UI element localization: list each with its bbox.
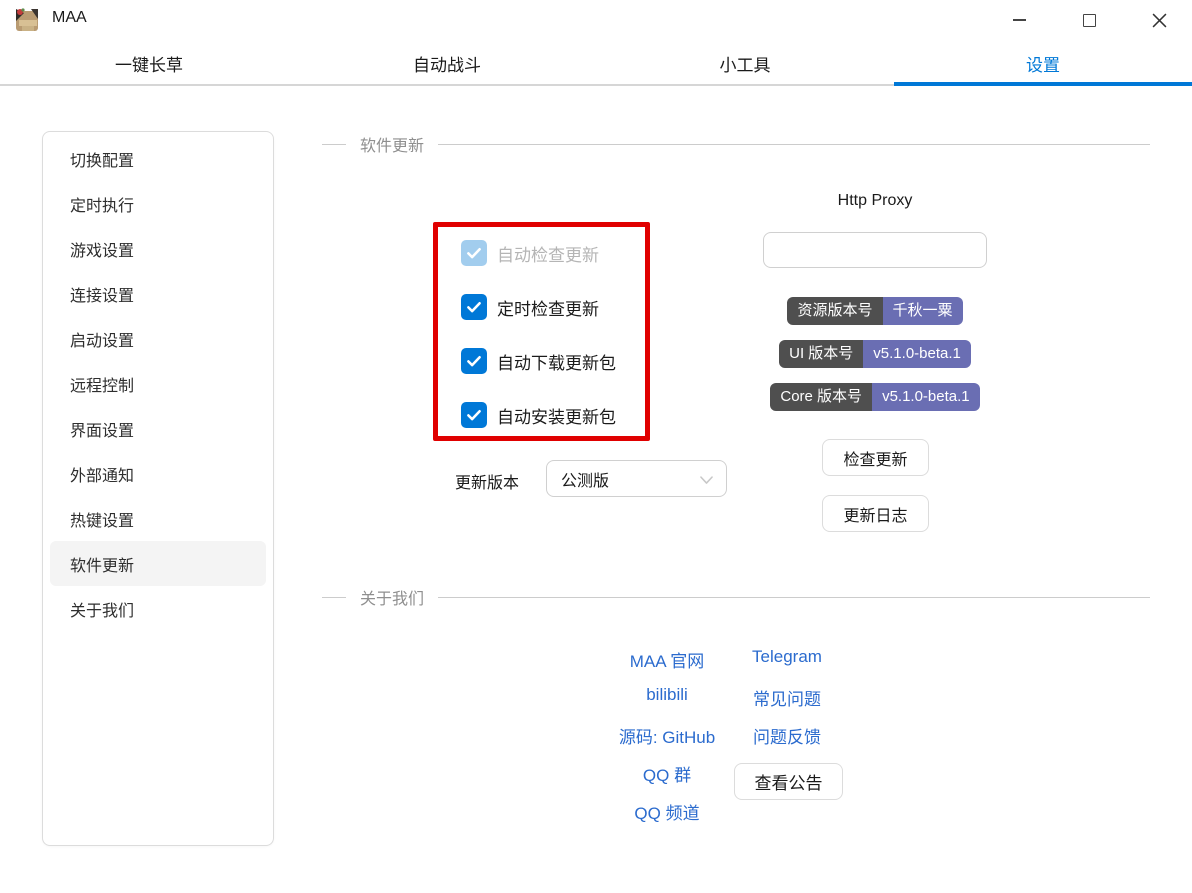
checkbox-row-4[interactable]: 自动安装更新包 xyxy=(461,402,616,428)
checkbox-label: 自动下载更新包 xyxy=(497,353,616,373)
tab-1[interactable]: 一键长草 xyxy=(0,40,298,86)
sidebar-item-1[interactable]: 切换配置 xyxy=(50,136,266,181)
section-title: 关于我们 xyxy=(360,591,425,608)
sidebar-item-label: 软件更新 xyxy=(70,557,135,575)
sidebar-item-10[interactable]: 软件更新 xyxy=(50,541,266,586)
check-update-button[interactable]: 检查更新 xyxy=(822,439,929,476)
badge-key: Core 版本号 xyxy=(770,383,873,411)
checkbox-label: 定时检查更新 xyxy=(497,299,599,319)
sidebar-item-label: 界面设置 xyxy=(70,422,135,440)
sidebar-item-label: 切换配置 xyxy=(70,152,135,170)
sidebar-item-label: 连接设置 xyxy=(70,287,135,305)
section-header-software-update: 软件更新 xyxy=(322,134,1150,155)
sidebar-item-label: 外部通知 xyxy=(70,467,135,485)
about-link-right-1[interactable]: Telegram xyxy=(752,647,822,667)
view-announcement-button[interactable]: 查看公告 xyxy=(734,763,843,800)
title-bar: MAA xyxy=(0,0,1192,40)
minimize-button[interactable] xyxy=(996,0,1042,40)
sidebar-item-label: 热键设置 xyxy=(70,512,135,530)
app-window: MAA 一键长草 自动战斗 小工具 设置 切换配置定时执行游戏设置连接设置启动设置远程… xyxy=(0,0,1192,893)
close-button[interactable] xyxy=(1136,0,1182,40)
version-badges: 资源版本号 千秋一粟 UI 版本号 v5.1.0-beta.1 Core 版本号 v5.1… xyxy=(660,297,1090,411)
sidebar-item-6[interactable]: 远程控制 xyxy=(50,361,266,406)
about-link-left-3[interactable]: 源码: GitHub xyxy=(619,723,715,748)
version-badge-1: 资源版本号 千秋一粟 xyxy=(787,297,963,325)
sidebar-item-label: 关于我们 xyxy=(70,602,135,620)
divider-line xyxy=(322,143,346,145)
maximize-icon xyxy=(1082,13,1096,27)
checkbox-row-2[interactable]: 定时检查更新 xyxy=(461,294,599,320)
chevron-down-icon xyxy=(700,476,713,484)
app-avatar-icon xyxy=(16,8,38,31)
sidebar-item-label: 定时执行 xyxy=(70,197,135,215)
checkbox-checked-icon[interactable] xyxy=(461,402,487,428)
divider-line xyxy=(438,596,1150,598)
tab-label: 设置 xyxy=(1026,55,1060,75)
badge-value: v5.1.0-beta.1 xyxy=(863,340,971,368)
sidebar-item-label: 远程控制 xyxy=(70,377,135,395)
sidebar-item-4[interactable]: 连接设置 xyxy=(50,271,266,316)
divider-line xyxy=(322,596,346,598)
http-proxy-input[interactable] xyxy=(763,232,987,268)
close-icon xyxy=(1152,13,1166,27)
sidebar-item-8[interactable]: 外部通知 xyxy=(50,451,266,496)
checkbox-checked-icon[interactable] xyxy=(461,348,487,374)
checkbox-label: 自动安装更新包 xyxy=(497,407,616,427)
tab-bar: 一键长草 自动战斗 小工具 设置 xyxy=(0,40,1192,86)
section-header-about: 关于我们 xyxy=(322,587,1150,608)
about-link-left-2[interactable]: bilibili xyxy=(646,685,688,705)
checkbox-checked-icon[interactable] xyxy=(461,294,487,320)
version-badge-3: Core 版本号 v5.1.0-beta.1 xyxy=(770,383,980,411)
sidebar-item-5[interactable]: 启动设置 xyxy=(50,316,266,361)
sidebar-item-label: 游戏设置 xyxy=(70,242,135,260)
sidebar-item-9[interactable]: 热键设置 xyxy=(50,496,266,541)
tab-label: 一键长草 xyxy=(115,55,183,75)
about-link-left-1[interactable]: MAA 官网 xyxy=(630,647,705,672)
badge-key: UI 版本号 xyxy=(779,340,864,368)
tab-4[interactable]: 设置 xyxy=(894,40,1192,86)
tab-3[interactable]: 小工具 xyxy=(596,40,894,86)
checkbox-row-1: 自动检查更新 xyxy=(461,240,599,266)
checkbox-checked-icon xyxy=(461,240,487,266)
window-title: MAA xyxy=(52,9,87,26)
divider-line xyxy=(438,143,1150,145)
sidebar-item-3[interactable]: 游戏设置 xyxy=(50,226,266,271)
tab-label: 自动战斗 xyxy=(413,55,481,75)
about-link-left-4[interactable]: QQ 群 xyxy=(643,761,691,786)
about-link-right-3[interactable]: 问题反馈 xyxy=(753,723,821,748)
checkbox-label: 自动检查更新 xyxy=(497,245,599,265)
update-channel-label: 更新版本 xyxy=(455,475,520,492)
changelog-button[interactable]: 更新日志 xyxy=(822,495,929,532)
sidebar-item-label: 启动设置 xyxy=(70,332,135,350)
about-link-left-5[interactable]: QQ 频道 xyxy=(634,799,699,824)
update-channel-value: 公测版 xyxy=(561,472,610,490)
badge-key: 资源版本号 xyxy=(787,297,883,325)
version-badge-2: UI 版本号 v5.1.0-beta.1 xyxy=(779,340,971,368)
update-channel-select[interactable]: 公测版 xyxy=(546,460,727,497)
sidebar-item-7[interactable]: 界面设置 xyxy=(50,406,266,451)
http-proxy-label: Http Proxy xyxy=(837,192,913,209)
tab-2[interactable]: 自动战斗 xyxy=(298,40,596,86)
about-link-right-2[interactable]: 常见问题 xyxy=(753,685,821,710)
settings-sidebar: 切换配置定时执行游戏设置连接设置启动设置远程控制界面设置外部通知热键设置软件更新… xyxy=(42,131,274,846)
maximize-button[interactable] xyxy=(1066,0,1112,40)
checkbox-row-3[interactable]: 自动下载更新包 xyxy=(461,348,616,374)
badge-value: 千秋一粟 xyxy=(882,297,963,325)
badge-value: v5.1.0-beta.1 xyxy=(872,383,980,411)
section-title: 软件更新 xyxy=(360,138,425,155)
sidebar-item-2[interactable]: 定时执行 xyxy=(50,181,266,226)
tab-label: 小工具 xyxy=(719,55,771,75)
sidebar-item-11[interactable]: 关于我们 xyxy=(50,586,266,631)
minimize-icon xyxy=(1012,19,1026,21)
